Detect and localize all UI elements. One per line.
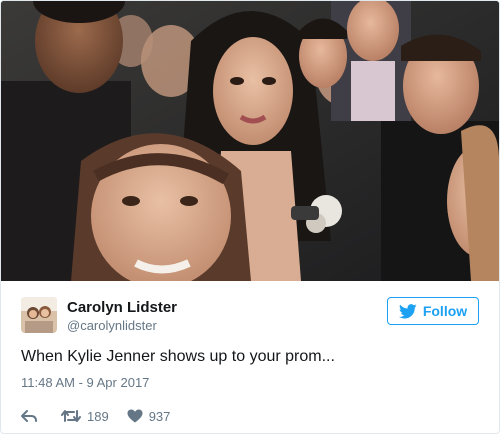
tweet-body: Carolyn Lidster @carolynlidster Follow W… (1, 281, 499, 426)
embedded-tweet-card: Carolyn Lidster @carolynlidster Follow W… (0, 0, 500, 434)
author-screen-name[interactable]: @carolynlidster (67, 317, 177, 334)
twitter-bird-icon (398, 303, 417, 318)
like-count: 937 (148, 408, 171, 424)
heart-icon (127, 409, 143, 423)
tweet-timestamp[interactable]: 11:48 AM - 9 Apr 2017 (21, 375, 479, 390)
tweet-photo[interactable] (1, 1, 499, 281)
retweet-button[interactable]: 189 (61, 409, 109, 424)
retweet-count: 189 (87, 408, 109, 424)
follow-label: Follow (422, 303, 468, 319)
tweet-header: Carolyn Lidster @carolynlidster Follow (21, 281, 479, 343)
reply-button[interactable] (21, 409, 43, 423)
avatar-image (21, 297, 57, 333)
avatar[interactable] (21, 297, 57, 333)
author-names[interactable]: Carolyn Lidster @carolynlidster (67, 299, 177, 334)
tweet-text: When Kylie Jenner shows up to your prom.… (21, 348, 335, 365)
reply-icon (21, 410, 37, 422)
follow-button[interactable]: Follow (387, 297, 479, 325)
tweet-actions: 189 937 (21, 406, 479, 426)
prom-selfie-photo (1, 1, 499, 281)
author-display-name[interactable]: Carolyn Lidster (67, 299, 177, 316)
retweet-icon (61, 410, 81, 422)
like-button[interactable]: 937 (127, 408, 171, 424)
